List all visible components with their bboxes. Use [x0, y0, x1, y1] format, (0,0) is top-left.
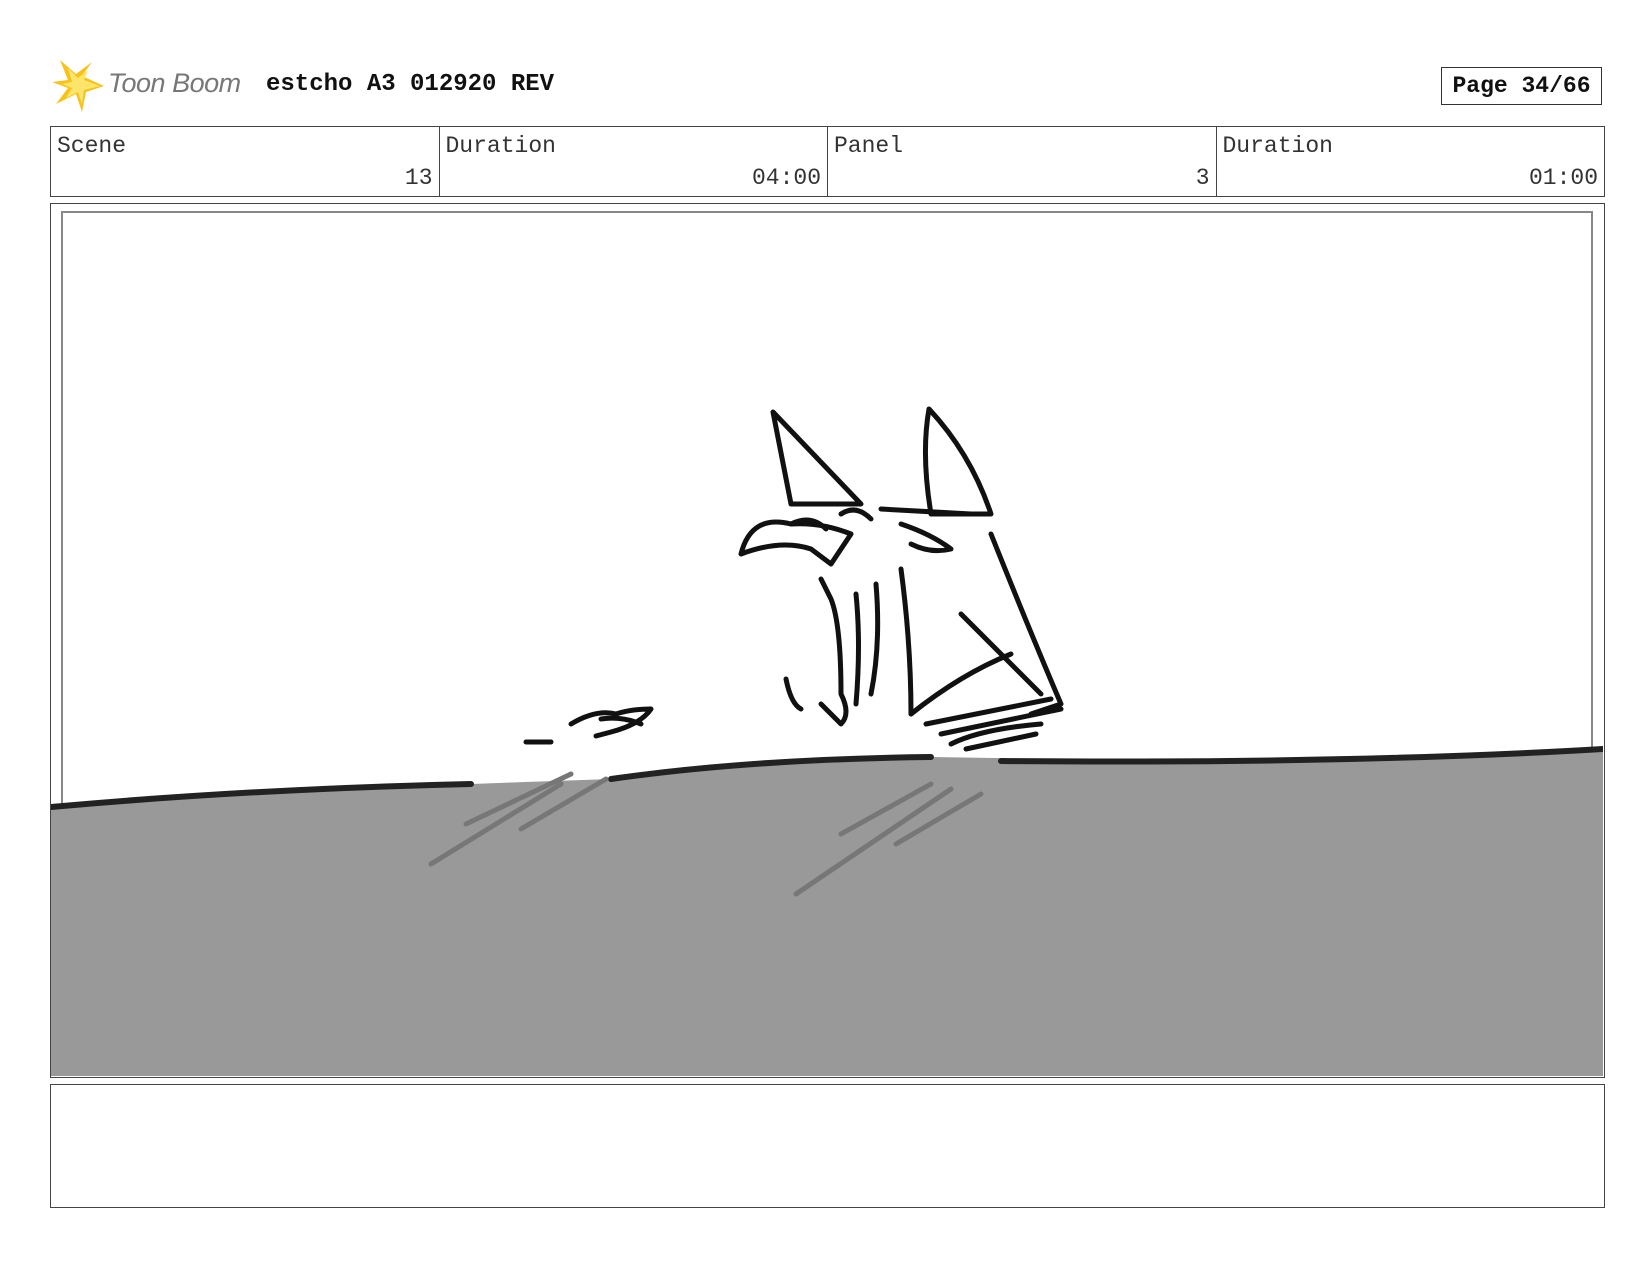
panel-duration-value: 01:00 — [1528, 165, 1598, 191]
panel-notes — [50, 1084, 1605, 1208]
scene-label: Scene — [57, 133, 127, 159]
sketch-drawing-image — [51, 211, 1603, 1076]
scene-info-row: Scene 13 Duration 04:00 Panel 3 Duration… — [50, 126, 1605, 197]
page-number: Page 34/66 — [1441, 67, 1602, 105]
panel-value: 3 — [1195, 165, 1210, 191]
storyboard-panel — [50, 203, 1605, 1078]
burst-icon — [52, 60, 104, 112]
logo-text: Toon Boom — [108, 68, 241, 98]
document-title: estcho A3 012920 REV — [266, 71, 555, 98]
panel-label: Panel — [834, 133, 904, 159]
panel-duration-cell: Duration 01:00 — [1217, 127, 1605, 196]
scene-duration-value: 04:00 — [751, 165, 821, 191]
toon-boom-logo: Toon Boom — [52, 58, 252, 114]
scene-duration-label: Duration — [445, 133, 556, 159]
scene-value: 13 — [404, 165, 433, 191]
creature-sketch — [523, 406, 1064, 752]
scene-duration-cell: Duration 04:00 — [440, 127, 828, 196]
panel-duration-label: Duration — [1222, 133, 1333, 159]
scene-cell: Scene 13 — [51, 127, 440, 196]
ground-fill — [51, 749, 1603, 1076]
panel-cell: Panel 3 — [828, 127, 1217, 196]
